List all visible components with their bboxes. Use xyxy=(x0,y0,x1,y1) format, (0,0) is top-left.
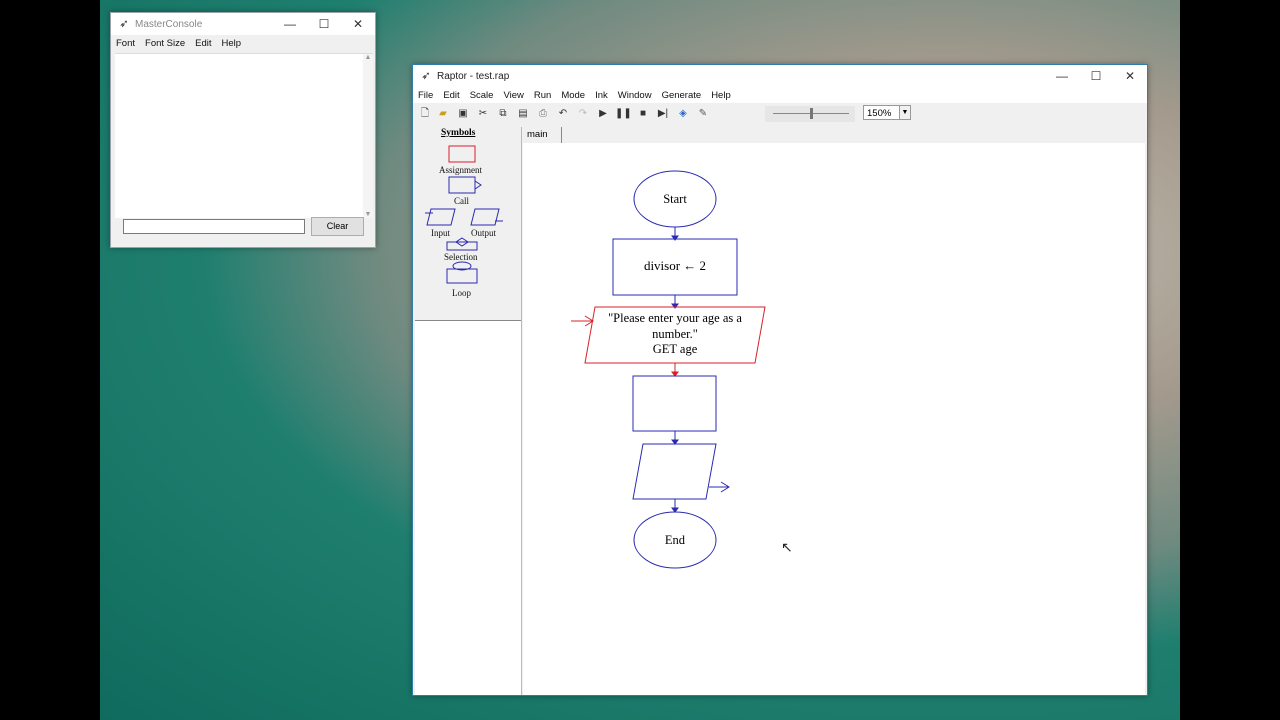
menu-mode[interactable]: Mode xyxy=(556,90,590,101)
input-label: Input xyxy=(431,228,450,238)
raptor-app-icon: ➶ xyxy=(421,70,431,82)
chevron-down-icon[interactable]: ▼ xyxy=(899,106,910,119)
open-folder-icon[interactable]: ▰ xyxy=(435,106,451,122)
loop-symbol[interactable] xyxy=(446,268,478,284)
assignment-label: divisor ← 2 xyxy=(643,258,707,273)
raptor-app-icon: ➶ xyxy=(119,18,129,30)
input-symbol[interactable] xyxy=(426,208,456,226)
raptor-titlebar[interactable]: ➶ Raptor - test.rap — ☐ ✕ xyxy=(413,65,1147,87)
raptor-toolbar: 🗋 ▰ ▣ ✂ ⧉ ▤ ⎙ ↶ ↷ ▶ ❚❚ ■ ▶| ◈ ✎ 150% ▼ xyxy=(413,103,1147,125)
scroll-up-icon[interactable]: ▲ xyxy=(363,54,373,61)
maximize-icon[interactable]: ☐ xyxy=(307,13,341,35)
zoom-select[interactable]: 150% ▼ xyxy=(863,105,911,120)
menu-scale[interactable]: Scale xyxy=(465,90,499,101)
call-symbol[interactable] xyxy=(448,176,476,194)
input-prompt-line2: number." xyxy=(652,326,698,341)
clear-button[interactable]: Clear xyxy=(311,217,364,236)
menu-file[interactable]: File xyxy=(413,90,438,101)
assignment-label: Assignment xyxy=(439,165,483,175)
menu-ink[interactable]: Ink xyxy=(590,90,613,101)
pause-icon[interactable]: ❚❚ xyxy=(615,106,632,122)
menu-edit[interactable]: Edit xyxy=(438,90,464,101)
tab-strip: main xyxy=(523,127,1147,143)
menu-font-size[interactable]: Font Size xyxy=(140,38,190,49)
tab-main[interactable]: main xyxy=(527,127,562,143)
menu-window[interactable]: Window xyxy=(613,90,657,101)
call-arrow-icon xyxy=(474,180,482,190)
new-file-icon[interactable]: 🗋 xyxy=(417,106,433,122)
menu-help[interactable]: Help xyxy=(217,38,247,49)
master-console-title: MasterConsole xyxy=(135,18,203,30)
call-label: Call xyxy=(454,196,469,206)
input-prompt-line1: "Please enter your age as a xyxy=(608,311,742,325)
raptor-menubar: File Edit Scale View Run Mode Ink Window… xyxy=(413,87,1147,103)
paste-icon[interactable]: ▤ xyxy=(515,106,531,122)
flowchart xyxy=(571,170,766,569)
print-icon[interactable]: ⎙ xyxy=(535,106,551,122)
step-into-icon[interactable]: ◈ xyxy=(675,106,691,122)
console-output[interactable]: ▲ ▼ xyxy=(115,53,373,218)
redo-icon[interactable]: ↷ xyxy=(575,106,591,122)
play-icon[interactable]: ▶ xyxy=(595,106,611,122)
output-arrow-icon xyxy=(709,481,730,493)
mouse-cursor-icon: ↖ xyxy=(781,539,793,555)
start-label: Start xyxy=(663,192,687,206)
input-text: "Please enter your age as a number." GET… xyxy=(585,311,765,358)
copy-icon[interactable]: ⧉ xyxy=(495,106,511,122)
menu-generate[interactable]: Generate xyxy=(657,90,707,101)
close-icon[interactable]: ✕ xyxy=(341,13,375,35)
raptor-window: ➶ Raptor - test.rap — ☐ ✕ File Edit Scal… xyxy=(412,64,1148,696)
console-scrollbar[interactable]: ▲ ▼ xyxy=(363,54,373,218)
close-icon[interactable]: ✕ xyxy=(1113,65,1147,87)
flowchart-canvas[interactable]: Start divisor ← 2 "Please enter your age… xyxy=(523,143,1145,695)
menu-run[interactable]: Run xyxy=(529,90,556,101)
slider-thumb[interactable] xyxy=(810,108,813,119)
assignment-symbol[interactable] xyxy=(448,145,476,163)
menu-edit[interactable]: Edit xyxy=(190,38,216,49)
pen-icon[interactable]: ✎ xyxy=(695,106,711,122)
minimize-icon[interactable]: — xyxy=(1045,65,1079,87)
master-console-menubar: Font Font Size Edit Help xyxy=(111,35,375,51)
step-icon[interactable]: ▶| xyxy=(655,106,671,122)
speed-slider[interactable] xyxy=(765,106,855,122)
empty-assignment-box[interactable] xyxy=(632,375,717,432)
zoom-value: 150% xyxy=(867,108,892,119)
master-console-window: ➶ MasterConsole — ☐ ✕ Font Font Size Edi… xyxy=(110,12,376,248)
symbols-panel: Symbols Assignment Call Input Output Sel… xyxy=(415,127,522,695)
symbols-palette: Symbols Assignment Call Input Output Sel… xyxy=(415,127,521,321)
output-symbol[interactable] xyxy=(470,208,500,226)
scroll-down-icon[interactable]: ▼ xyxy=(363,211,373,218)
output-parallelogram[interactable] xyxy=(632,443,717,500)
input-get-line: GET age xyxy=(652,342,698,356)
minimize-icon[interactable]: — xyxy=(273,13,307,35)
output-label: Output xyxy=(471,228,497,238)
master-console-titlebar[interactable]: ➶ MasterConsole — ☐ ✕ xyxy=(111,13,375,35)
console-input[interactable] xyxy=(123,219,305,234)
undo-icon[interactable]: ↶ xyxy=(555,106,571,122)
menu-view[interactable]: View xyxy=(498,90,528,101)
maximize-icon[interactable]: ☐ xyxy=(1079,65,1113,87)
stop-icon[interactable]: ■ xyxy=(635,106,651,122)
raptor-title: Raptor - test.rap xyxy=(437,70,510,82)
menu-help[interactable]: Help xyxy=(706,90,736,101)
loop-label: Loop xyxy=(452,288,471,298)
menu-font[interactable]: Font xyxy=(111,38,140,49)
cut-icon[interactable]: ✂ xyxy=(475,106,491,122)
save-icon[interactable]: ▣ xyxy=(455,106,471,122)
end-label: End xyxy=(664,533,686,547)
selection-label: Selection xyxy=(444,252,478,262)
selected-connector xyxy=(671,363,679,377)
